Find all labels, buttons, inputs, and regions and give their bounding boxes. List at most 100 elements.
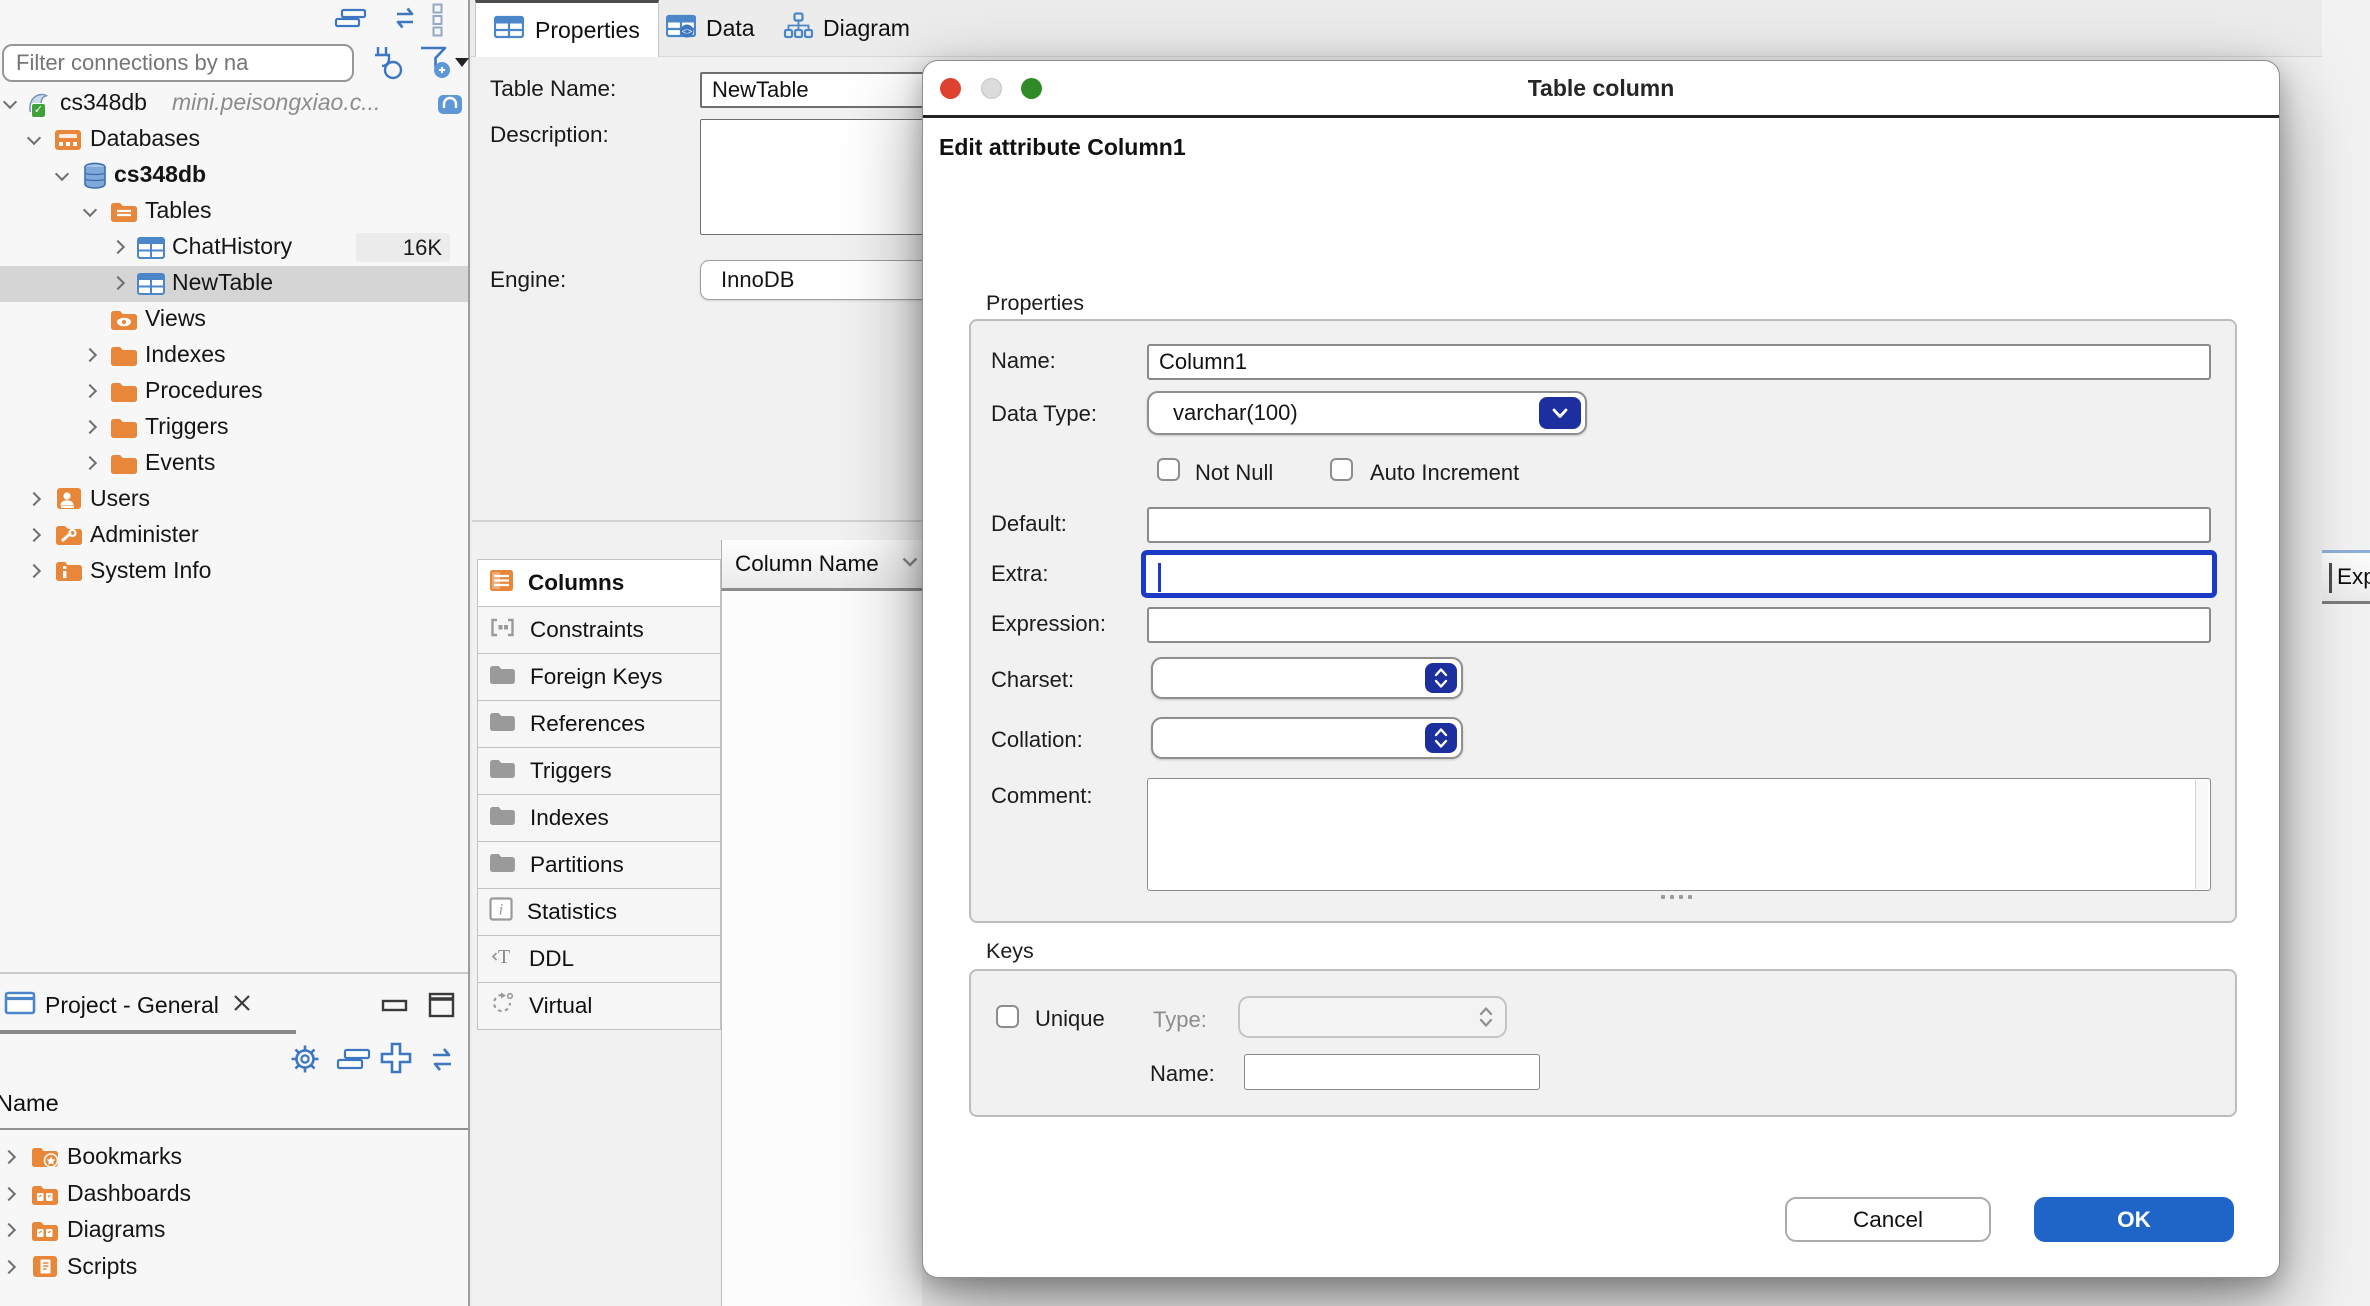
chevron-right-icon[interactable] <box>83 384 97 398</box>
chevron-right-icon[interactable] <box>83 348 97 362</box>
expand-all-icon[interactable] <box>378 1040 414 1081</box>
tree-item-triggers[interactable]: Triggers <box>0 410 468 446</box>
chevron-down-icon[interactable] <box>83 203 97 217</box>
stepper-chevrons-icon[interactable] <box>1425 663 1457 693</box>
resize-grip[interactable] <box>1661 895 1692 899</box>
view-menu-icon[interactable] <box>431 2 445 43</box>
folder-icon <box>110 345 138 373</box>
comment-textarea[interactable] <box>1147 778 2211 891</box>
collapse-all-icon[interactable] <box>335 1048 373 1077</box>
project-panel-tab[interactable]: Project - General <box>0 980 296 1030</box>
side-tab-foreign-keys[interactable]: Foreign Keys <box>477 653 721 701</box>
grid-right-sliver: Expr <box>2322 0 2370 1306</box>
dropdown-chevron-icon[interactable] <box>1539 397 1581 429</box>
charset-select[interactable] <box>1151 657 1463 699</box>
side-tab-indexes[interactable]: Indexes <box>477 794 721 842</box>
column-name-header[interactable]: Column Name <box>721 540 922 591</box>
expression-label: Expression: <box>991 611 1106 637</box>
tree-item-indexes[interactable]: Indexes <box>0 338 468 374</box>
chevron-right-icon[interactable] <box>83 420 97 434</box>
side-tab-statistics[interactable]: i Statistics <box>477 888 721 936</box>
scrollbar-track[interactable] <box>2195 780 2208 889</box>
data-type-select[interactable]: varchar(100) <box>1147 391 1587 435</box>
tree-item-connection[interactable]: ✓ cs348db mini.peisongxiao.c... <box>0 86 468 122</box>
columns-grid <box>721 590 922 1306</box>
tree-item-procedures[interactable]: Procedures <box>0 374 468 410</box>
columns-icon <box>489 569 514 598</box>
tree-item-database-cs348db[interactable]: cs348db <box>0 158 468 194</box>
project-item-diagrams[interactable]: Diagrams <box>0 1213 468 1249</box>
tree-item-views[interactable]: Views <box>0 302 468 338</box>
close-icon[interactable] <box>231 992 253 1019</box>
chevron-right-icon[interactable] <box>2 1150 16 1164</box>
extra-input[interactable] <box>1141 550 2217 598</box>
maximize-panel-icon[interactable] <box>428 992 456 1024</box>
collation-select[interactable] <box>1151 717 1463 759</box>
unique-checkbox[interactable] <box>996 1005 1019 1028</box>
stepper-chevrons-icon[interactable] <box>1425 723 1457 753</box>
project-item-dashboards[interactable]: Dashboards <box>0 1177 468 1213</box>
chevron-down-icon[interactable] <box>55 167 69 181</box>
collapse-all-icon[interactable] <box>333 7 369 36</box>
chevron-down-icon[interactable] <box>27 131 41 145</box>
expression-input[interactable] <box>1147 607 2211 643</box>
ok-button[interactable]: OK <box>2034 1197 2234 1242</box>
properties-group-label: Properties <box>986 291 1084 316</box>
tree-item-administer[interactable]: Administer <box>0 518 468 554</box>
cancel-button[interactable]: Cancel <box>1785 1197 1991 1242</box>
project-item-bookmarks[interactable]: Bookmarks <box>0 1140 468 1176</box>
tree-item-newtable[interactable]: NewTable <box>0 266 468 302</box>
column-name-input[interactable] <box>1147 344 2211 380</box>
chevron-right-icon[interactable] <box>27 564 41 578</box>
filter-connections-icon[interactable] <box>418 42 452 87</box>
tab-properties[interactable]: Properties <box>475 0 659 57</box>
filter-dropdown-arrow-icon[interactable] <box>455 58 469 67</box>
minimize-panel-icon[interactable] <box>381 998 409 1019</box>
tab-diagram[interactable]: Diagram <box>783 0 910 57</box>
panel-divider[interactable] <box>0 972 468 974</box>
tree-item-chathistory[interactable]: ChatHistory 16K <box>0 230 468 266</box>
dialog-title-bar[interactable]: Table column <box>923 61 2279 118</box>
chevron-right-icon[interactable] <box>111 240 125 254</box>
tree-item-events[interactable]: Events <box>0 446 468 482</box>
chevron-right-icon[interactable] <box>111 276 125 290</box>
chevron-right-icon[interactable] <box>2 1187 16 1201</box>
refresh-icon[interactable] <box>424 1044 460 1079</box>
tree-item-users[interactable]: Users <box>0 482 468 518</box>
key-name-input[interactable] <box>1244 1054 1540 1090</box>
tree-item-system-info[interactable]: System Info <box>0 554 468 590</box>
chevron-down-icon[interactable] <box>3 95 17 109</box>
folder-icon <box>489 805 516 832</box>
not-null-checkbox[interactable] <box>1157 458 1180 481</box>
unique-label: Unique <box>1035 1006 1105 1032</box>
side-tab-columns[interactable]: Columns <box>477 559 721 607</box>
svg-text:i: i <box>499 902 503 919</box>
tree-item-tables[interactable]: Tables <box>0 194 468 230</box>
side-tab-triggers[interactable]: Triggers <box>477 747 721 795</box>
engine-label: Engine: <box>490 267 566 293</box>
project-item-scripts[interactable]: Scripts <box>0 1250 468 1286</box>
side-tab-partitions[interactable]: Partitions <box>477 841 721 889</box>
scripts-folder-icon <box>31 1255 59 1285</box>
side-tab-virtual[interactable]: Virtual <box>477 982 721 1030</box>
sort-chevron-icon[interactable] <box>901 555 919 573</box>
default-input[interactable] <box>1147 507 2211 543</box>
text-caret <box>1158 563 1161 592</box>
chevron-right-icon[interactable] <box>2 1260 16 1274</box>
name-column-header[interactable]: Name <box>0 1090 59 1117</box>
chevron-right-icon[interactable] <box>83 456 97 470</box>
tab-data[interactable]: <> Data <box>666 0 755 57</box>
chevron-right-icon[interactable] <box>27 528 41 542</box>
chevron-right-icon[interactable] <box>27 492 41 506</box>
chevron-right-icon[interactable] <box>2 1223 16 1237</box>
filter-connections-input[interactable] <box>2 44 354 82</box>
settings-gear-icon[interactable] <box>288 1042 322 1081</box>
tree-item-databases[interactable]: Databases <box>0 122 468 158</box>
auto-increment-checkbox[interactable] <box>1330 458 1353 481</box>
new-connection-icon[interactable] <box>366 42 408 87</box>
side-tab-constraints[interactable]: Constraints <box>477 606 721 654</box>
side-tab-ddl[interactable]: T DDL <box>477 935 721 983</box>
side-tab-references[interactable]: References <box>477 700 721 748</box>
link-with-editor-icon[interactable] <box>388 4 422 37</box>
dialog-heading: Edit attribute Column1 <box>939 134 1186 161</box>
